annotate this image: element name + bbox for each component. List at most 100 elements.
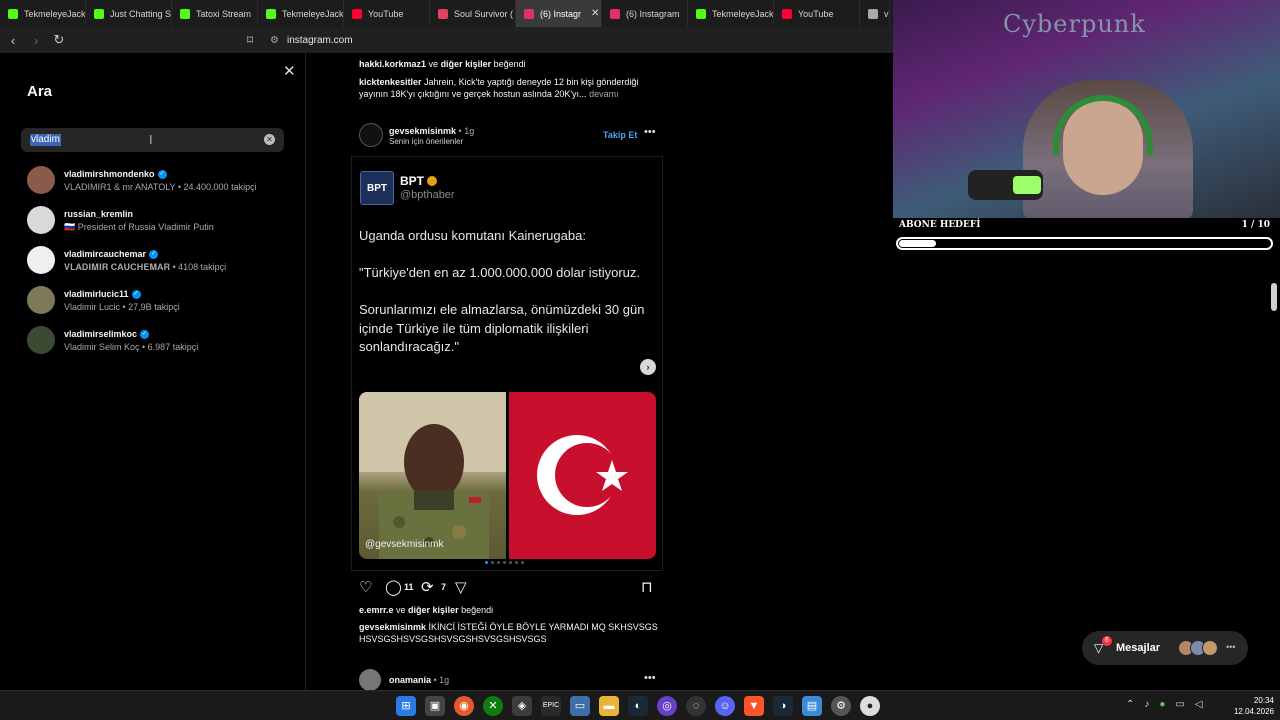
search-result[interactable]: vladimircauchemar ✓ 𝐕𝐋𝐀𝐃𝐈𝐌𝐈𝐑 𝐂𝐀𝐔𝐂𝐇𝐄𝐌𝐀𝐑 • 4… [27, 243, 297, 283]
browser-tab[interactable]: TekmeleyeJack [258, 0, 344, 27]
file-explorer-icon[interactable]: ▬ [599, 696, 619, 716]
speaker-icon[interactable]: ♪ [1144, 699, 1149, 710]
caption-user-link[interactable]: kicktenkesitler [359, 77, 422, 87]
browser-tab[interactable]: v1 [860, 0, 890, 27]
tab-label: TekmeleyeJack [282, 8, 344, 19]
discord-icon[interactable]: ☺ [715, 696, 735, 716]
feed: hakki.korkmaz1 ve diğer kişiler beğendi … [307, 53, 893, 691]
tweet-author-name: BPT [400, 174, 424, 188]
avatar [27, 326, 55, 354]
clear-search-icon[interactable]: ✕ [264, 134, 275, 145]
taskbar-apps: ⊞ ▣ ◉ ✕ ◈ EPIC ▭ ▬ ◐ ◎ ◌ ☺ ▼ ◑ ▤ ⚙ ● [396, 696, 880, 716]
browser-tab[interactable]: (6) Instagram [602, 0, 688, 27]
steam-icon[interactable]: ◐ [628, 696, 648, 716]
prev-post-likes: hakki.korkmaz1 ve diğer kişiler beğendi [359, 59, 526, 69]
clock[interactable]: 20:34 12.04.2026 [1224, 695, 1274, 717]
reload-icon[interactable]: ↻ [49, 30, 69, 50]
scrollbar[interactable] [1271, 283, 1277, 311]
post-username[interactable]: gevsekmisinmk • 1g [389, 126, 474, 136]
repost-icon[interactable]: ⟳ [421, 578, 434, 596]
remote-desktop-icon[interactable]: ▭ [570, 696, 590, 716]
like-icon[interactable]: ♡ [359, 578, 372, 596]
comment-icon[interactable]: ◯ [385, 578, 402, 596]
close-tab-icon[interactable]: ✕ [591, 8, 599, 19]
browser-icon[interactable]: ◉ [454, 696, 474, 716]
likes-others-link[interactable]: diğer kişiler [441, 59, 492, 69]
back-icon[interactable]: ‹ [3, 30, 23, 50]
carousel-dot [509, 561, 512, 564]
next-post-time: • 1g [431, 675, 450, 685]
store-icon[interactable]: ▣ [425, 696, 445, 716]
follow-button[interactable]: Takip Et [603, 130, 637, 140]
turkish-flag [509, 392, 656, 559]
obs-icon[interactable]: ◎ [657, 696, 677, 716]
likes-others-link[interactable]: diğer kişiler [408, 605, 459, 615]
volume-icon[interactable]: ◁ [1195, 699, 1203, 710]
address-bar[interactable]: ⚙ instagram.com [270, 30, 890, 50]
search-query: vladim [30, 134, 61, 146]
browser-tab[interactable]: TekmeleyeJack [0, 0, 86, 27]
search-result[interactable]: vladimirlucic11 ✓ Vladimir Lucic • 27,9B t… [27, 283, 297, 323]
photos-icon[interactable]: ▤ [802, 696, 822, 716]
forward-icon[interactable]: › [26, 30, 46, 50]
epic-games-icon[interactable]: EPIC [541, 696, 561, 716]
more-options-icon[interactable]: ••• [644, 126, 656, 138]
avatar [27, 206, 55, 234]
carousel-dot [503, 561, 506, 564]
next-post-header: onamania • 1g ••• [359, 669, 659, 691]
microphone-icon[interactable]: ● [1159, 699, 1165, 710]
browser-tab[interactable]: YouTube [344, 0, 430, 27]
search-input[interactable]: vladim I ✕ [21, 128, 284, 152]
navigation-bar: ‹ › ↻ ⌑ ⚙ instagram.com [0, 27, 893, 53]
app-icon[interactable]: ◌ [686, 696, 706, 716]
browser-tab[interactable]: Soul Survivor ( [430, 0, 516, 27]
bookmark-icon[interactable]: ⌑ [247, 33, 261, 47]
post-media[interactable]: BPT BPT @bpthaber Uganda ordusu komutanı… [351, 156, 663, 571]
caption-user-link[interactable]: gevsekmisinmk [359, 622, 426, 632]
steam-icon[interactable]: ◑ [773, 696, 793, 716]
avatar[interactable] [359, 123, 383, 147]
browser-tab[interactable]: Just Chatting S [86, 0, 172, 27]
network-icon[interactable]: ▭ [1175, 699, 1184, 710]
search-result[interactable]: russian_kremlin 🇷🇺 President of Russia Vl… [27, 203, 297, 243]
app-icon[interactable]: ◈ [512, 696, 532, 716]
mouse-app-icon[interactable]: ● [860, 696, 880, 716]
brave-icon[interactable]: ▼ [744, 696, 764, 716]
site-info-icon[interactable]: ⚙ [270, 35, 279, 46]
windows-start-icon[interactable]: ⊞ [396, 696, 416, 716]
url-text: instagram.com [286, 34, 353, 46]
verified-icon: ✓ [157, 169, 167, 179]
next-post-username-text: onamania [389, 675, 432, 685]
avatar[interactable] [359, 669, 381, 691]
browser-tab[interactable]: YouTube [774, 0, 860, 27]
result-username-text: russian_kremlin [64, 209, 134, 219]
unread-badge: 6 [1102, 636, 1112, 646]
message-avatars [1178, 640, 1218, 656]
next-post-username[interactable]: onamania • 1g [389, 675, 449, 685]
save-icon[interactable]: ⊓ [641, 578, 653, 596]
browser-tab[interactable]: (6) Instagr ✕ [516, 0, 602, 27]
messages-button[interactable]: ▽ 6 Mesajlar ••• [1082, 631, 1248, 665]
text-cursor-icon: I [149, 132, 153, 147]
likes-user-link[interactable]: hakki.korkmaz1 [359, 59, 426, 69]
result-subtitle: 𝐕𝐋𝐀𝐃𝐈𝐌𝐈𝐑 𝐂𝐀𝐔𝐂𝐇𝐄𝐌𝐀𝐑 • 4108 takipçi [64, 262, 227, 272]
likes-user-link[interactable]: e.emrr.e [359, 605, 394, 615]
browser-tab[interactable]: TekmeleyeJack [688, 0, 774, 27]
repost-count: 7 [441, 582, 447, 592]
result-username-text: vladimirselimkoc [64, 329, 138, 339]
share-icon[interactable]: ▽ [455, 578, 467, 596]
close-icon[interactable]: ✕ [283, 62, 296, 80]
chevron-up-icon[interactable]: ⌃ [1126, 699, 1134, 710]
next-slide-icon[interactable]: › [640, 359, 656, 375]
search-result[interactable]: vladimirselimkoc ✓ Vladimir Selim Koç • 6.… [27, 323, 297, 363]
browser-tab[interactable]: Tatoxi Stream [172, 0, 258, 27]
tab-favicon-icon [266, 8, 276, 19]
more-options-icon[interactable]: ••• [644, 672, 656, 684]
caption-more-link[interactable]: devamı [587, 89, 619, 99]
tab-favicon-icon [94, 8, 104, 19]
settings-icon[interactable]: ⚙ [831, 696, 851, 716]
search-result[interactable]: vladimirshmondenko ✓ VLADIMIR1 & mr ANATOL… [27, 163, 297, 203]
xbox-icon[interactable]: ✕ [483, 696, 503, 716]
post-likes: e.emrr.e ve diğer kişiler beğendi [359, 605, 493, 615]
likes-connector: ve [393, 605, 409, 615]
